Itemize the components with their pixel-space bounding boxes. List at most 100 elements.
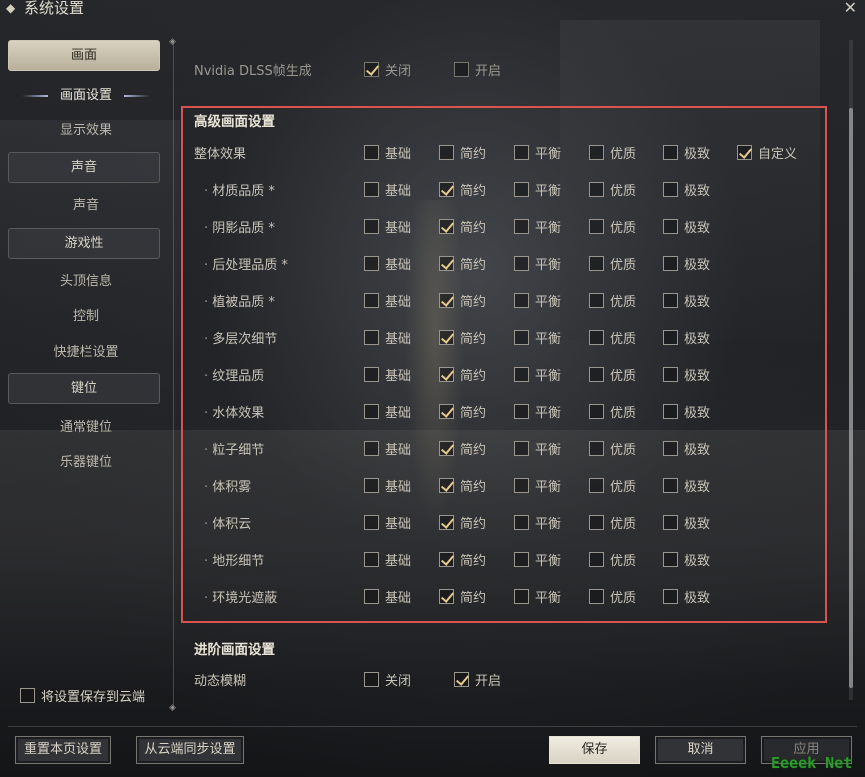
- quality-option-checkbox[interactable]: [364, 515, 379, 530]
- quality-option-checkbox[interactable]: [514, 552, 529, 567]
- quality-option-checkbox[interactable]: [663, 404, 678, 419]
- quality-option-checkbox[interactable]: [589, 182, 604, 197]
- motion-blur-option-checkbox[interactable]: [454, 672, 469, 687]
- quality-option[interactable]: 极致: [663, 180, 710, 199]
- quality-option-checkbox[interactable]: [514, 404, 529, 419]
- quality-option[interactable]: 基础: [364, 402, 411, 421]
- quality-option-checkbox[interactable]: [663, 367, 678, 382]
- quality-option-checkbox[interactable]: [514, 441, 529, 456]
- quality-option-checkbox[interactable]: [663, 441, 678, 456]
- quality-option[interactable]: 基础: [364, 254, 411, 273]
- quality-option-checkbox[interactable]: [663, 182, 678, 197]
- sidebar-item[interactable]: 显示效果: [0, 120, 172, 142]
- quality-option[interactable]: 优质: [589, 180, 636, 199]
- quality-option-checkbox[interactable]: [589, 515, 604, 530]
- quality-option[interactable]: 简约: [439, 291, 486, 310]
- quality-option-checkbox[interactable]: [439, 182, 454, 197]
- quality-option[interactable]: 简约: [439, 402, 486, 421]
- quality-option-checkbox[interactable]: [439, 219, 454, 234]
- overall-quality-option-checkbox[interactable]: [364, 145, 379, 160]
- quality-option[interactable]: 简约: [439, 476, 486, 495]
- quality-option-checkbox[interactable]: [589, 219, 604, 234]
- sync-from-cloud-button[interactable]: 从云端同步设置: [136, 736, 244, 764]
- quality-option[interactable]: 优质: [589, 328, 636, 347]
- quality-option-checkbox[interactable]: [663, 589, 678, 604]
- cloud-save-option[interactable]: 将设置保存到云端: [20, 686, 145, 705]
- quality-option-checkbox[interactable]: [663, 256, 678, 271]
- quality-option-checkbox[interactable]: [364, 330, 379, 345]
- quality-option[interactable]: 优质: [589, 513, 636, 532]
- quality-option[interactable]: 平衡: [514, 291, 561, 310]
- sidebar-item[interactable]: 声音: [0, 195, 172, 217]
- quality-option[interactable]: 极致: [663, 328, 710, 347]
- quality-option[interactable]: 极致: [663, 550, 710, 569]
- quality-option[interactable]: 平衡: [514, 587, 561, 606]
- quality-option-checkbox[interactable]: [364, 219, 379, 234]
- quality-option-checkbox[interactable]: [663, 330, 678, 345]
- quality-option-checkbox[interactable]: [439, 293, 454, 308]
- motion-blur-option[interactable]: 关闭: [364, 670, 411, 689]
- dlss-option[interactable]: 关闭: [364, 60, 411, 79]
- quality-option-checkbox[interactable]: [364, 256, 379, 271]
- quality-option[interactable]: 平衡: [514, 254, 561, 273]
- quality-option-checkbox[interactable]: [589, 552, 604, 567]
- quality-option[interactable]: 简约: [439, 365, 486, 384]
- quality-option-checkbox[interactable]: [364, 404, 379, 419]
- quality-option-checkbox[interactable]: [439, 552, 454, 567]
- quality-option[interactable]: 平衡: [514, 439, 561, 458]
- quality-option-checkbox[interactable]: [364, 589, 379, 604]
- quality-option-checkbox[interactable]: [364, 293, 379, 308]
- quality-option-checkbox[interactable]: [364, 441, 379, 456]
- quality-option-checkbox[interactable]: [663, 219, 678, 234]
- quality-option[interactable]: 简约: [439, 217, 486, 236]
- cloud-save-checkbox[interactable]: [20, 688, 35, 703]
- save-button[interactable]: 保存: [549, 736, 640, 764]
- dlss-option[interactable]: 开启: [454, 60, 501, 79]
- quality-option-checkbox[interactable]: [364, 478, 379, 493]
- quality-option-checkbox[interactable]: [514, 182, 529, 197]
- quality-option-checkbox[interactable]: [439, 589, 454, 604]
- sidebar-item[interactable]: 通常键位: [0, 417, 172, 439]
- quality-option-checkbox[interactable]: [514, 478, 529, 493]
- quality-option[interactable]: 极致: [663, 476, 710, 495]
- sidebar-item[interactable]: 头顶信息: [0, 271, 172, 293]
- quality-option[interactable]: 平衡: [514, 550, 561, 569]
- reset-page-button[interactable]: 重置本页设置: [15, 736, 111, 764]
- quality-option[interactable]: 优质: [589, 587, 636, 606]
- quality-option[interactable]: 极致: [663, 365, 710, 384]
- quality-option[interactable]: 极致: [663, 587, 710, 606]
- quality-option-checkbox[interactable]: [439, 256, 454, 271]
- dlss-option-checkbox[interactable]: [454, 62, 469, 77]
- overall-quality-option-checkbox[interactable]: [514, 145, 529, 160]
- quality-option[interactable]: 简约: [439, 439, 486, 458]
- quality-option[interactable]: 基础: [364, 217, 411, 236]
- quality-option-checkbox[interactable]: [514, 293, 529, 308]
- quality-option-checkbox[interactable]: [589, 478, 604, 493]
- quality-option[interactable]: 基础: [364, 587, 411, 606]
- quality-option-checkbox[interactable]: [514, 256, 529, 271]
- quality-option-checkbox[interactable]: [663, 552, 678, 567]
- overall-quality-option[interactable]: 基础: [364, 143, 411, 162]
- quality-option[interactable]: 极致: [663, 439, 710, 458]
- quality-option-checkbox[interactable]: [514, 330, 529, 345]
- quality-option-checkbox[interactable]: [364, 552, 379, 567]
- quality-option[interactable]: 简约: [439, 328, 486, 347]
- quality-option[interactable]: 基础: [364, 476, 411, 495]
- quality-option[interactable]: 基础: [364, 328, 411, 347]
- dlss-option-checkbox[interactable]: [364, 62, 379, 77]
- quality-option-checkbox[interactable]: [663, 293, 678, 308]
- sidebar-category[interactable]: 键位: [8, 373, 160, 404]
- quality-option-checkbox[interactable]: [589, 293, 604, 308]
- quality-option-checkbox[interactable]: [514, 589, 529, 604]
- quality-option-checkbox[interactable]: [364, 367, 379, 382]
- quality-option[interactable]: 优质: [589, 217, 636, 236]
- quality-option[interactable]: 极致: [663, 254, 710, 273]
- quality-option[interactable]: 基础: [364, 439, 411, 458]
- overall-quality-option-checkbox[interactable]: [439, 145, 454, 160]
- overall-quality-option-checkbox[interactable]: [737, 145, 752, 160]
- quality-option-checkbox[interactable]: [514, 515, 529, 530]
- quality-option[interactable]: 极致: [663, 513, 710, 532]
- quality-option[interactable]: 简约: [439, 180, 486, 199]
- quality-option[interactable]: 优质: [589, 476, 636, 495]
- quality-option-checkbox[interactable]: [589, 441, 604, 456]
